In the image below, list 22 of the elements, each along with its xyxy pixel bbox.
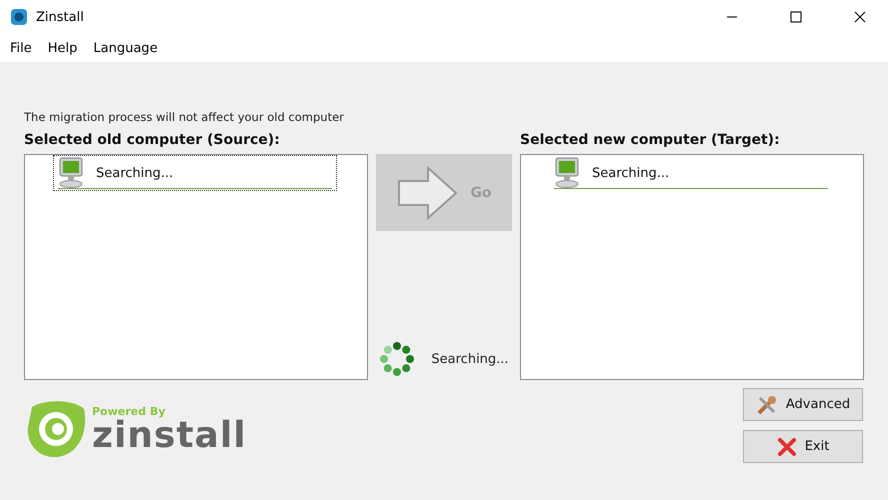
tools-icon <box>756 394 778 416</box>
menu-item[interactable]: File <box>4 40 38 56</box>
window-title: Zinstall <box>36 10 85 24</box>
computer-list-item[interactable]: Searching... <box>53 155 337 191</box>
close-icon <box>854 11 866 23</box>
close-icon <box>776 436 797 456</box>
logo-tagline: Powered By <box>92 404 166 418</box>
menu-item[interactable]: Help <box>42 40 84 56</box>
loading-spinner-icon <box>379 341 416 377</box>
status-text: Searching... <box>431 352 509 366</box>
panel-heading: Selected old computer (Source): <box>24 132 280 150</box>
exit-button[interactable]: Exit <box>743 430 863 463</box>
logo-wordmark: zinstall <box>92 418 247 454</box>
item-label: Searching... <box>592 166 670 180</box>
panel-heading: Selected new computer (Target): <box>520 132 780 150</box>
menu-item[interactable]: Language <box>87 40 164 56</box>
computer-list-item[interactable]: Searching... <box>549 155 833 191</box>
notice-text: The migration process will not affect your old computer <box>24 110 344 124</box>
app-icon <box>10 8 28 26</box>
advanced-button[interactable]: Advanced <box>743 388 863 421</box>
maximize-icon <box>790 11 802 23</box>
item-label: Searching... <box>96 166 174 180</box>
